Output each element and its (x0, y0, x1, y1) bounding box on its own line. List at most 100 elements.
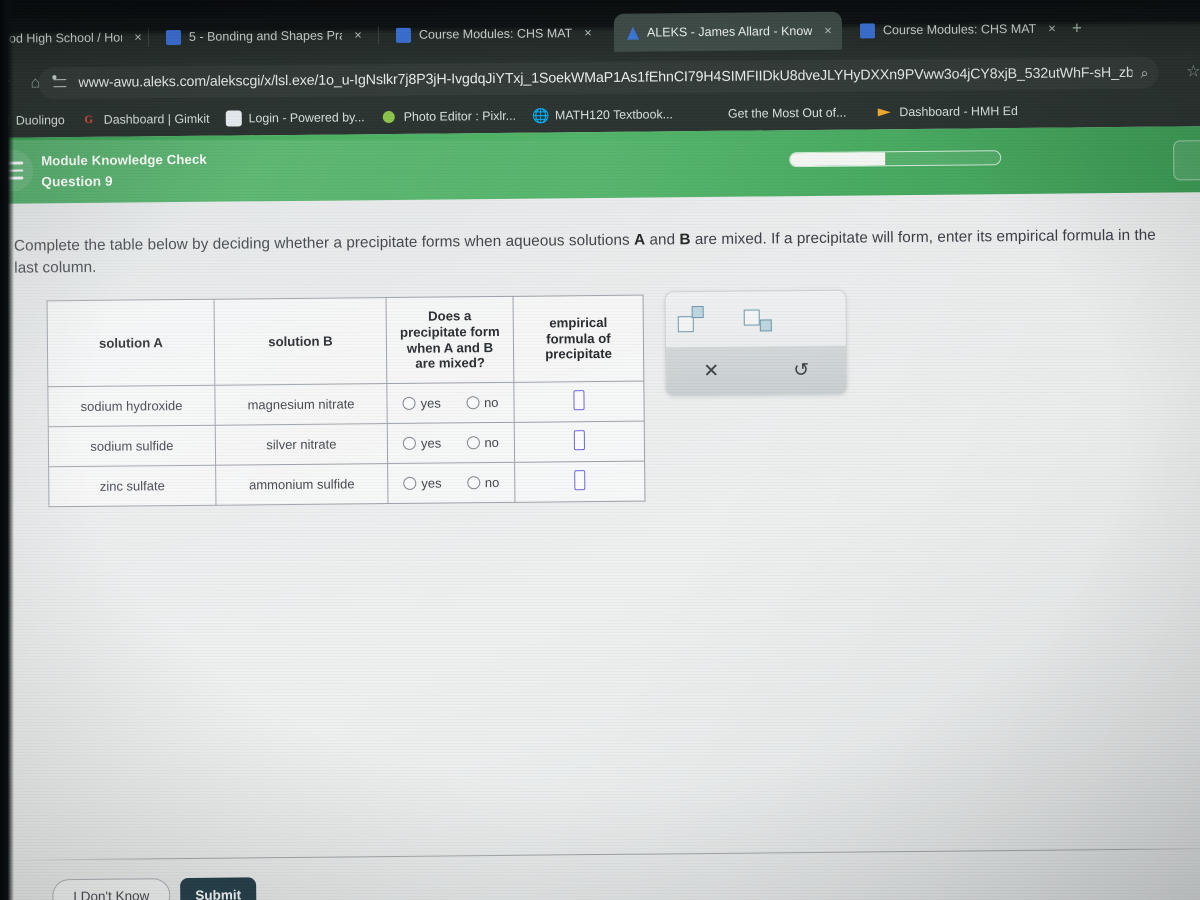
tab-title: Course Modules: CHS MATH 1 (882, 21, 1037, 38)
bookmark-label: MATH120 Textbook... (554, 107, 674, 123)
browser-tab-5[interactable]: Course Modules: CHS MATH 1 × (850, 10, 1066, 50)
radio-circle-icon (403, 476, 417, 490)
photo-left-edge (0, 0, 14, 900)
solution-a-bold: A (633, 231, 646, 249)
cell-solution-b: ammonium sulfide (215, 463, 388, 506)
browser-tab-1[interactable]: wood High School / Home × (0, 18, 152, 58)
question-text-part1: Complete the table below by deciding whe… (13, 231, 635, 255)
browser-tab-3[interactable]: Course Modules: CHS MATH 1 × (386, 14, 602, 54)
tab-title: 5 - Bonding and Shapes Practi (188, 28, 343, 44)
radio-circle-icon (466, 436, 480, 450)
zoom-icon[interactable]: ⌕ (1140, 64, 1148, 81)
radio-no[interactable]: no (465, 395, 499, 410)
column-header-precipitate-question: Does a precipitate form when A and B are… (386, 296, 514, 384)
header-line: precipitate form (399, 323, 500, 340)
address-bar-url: www-awu.aleks.com/alekscgi/x/lsl.exe/1o_… (78, 64, 1133, 91)
bookmark-label: Login - Powered by... (248, 110, 365, 126)
radio-yes-label: yes (421, 475, 442, 491)
bookmark-get-the-most[interactable]: Get the Most Out of... (705, 105, 847, 122)
radio-yes[interactable]: yes (402, 395, 441, 411)
radio-circle-icon (402, 396, 416, 410)
bookmark-login[interactable]: Login - Powered by... (225, 109, 365, 127)
header-line: when A and B (406, 339, 494, 356)
site-settings-icon[interactable] (52, 74, 69, 92)
table-header-row: solution A solution B Does a precipitate… (47, 295, 644, 387)
table-row: sodium hydroxide magnesium nitrate yes n… (47, 381, 645, 427)
globe-icon: 🌐 (531, 107, 550, 124)
browser-tab-4-active[interactable]: ALEKS - James Allard - Knowle × (613, 11, 843, 52)
cell-solution-a: zinc sulfate (48, 465, 216, 507)
placeholder-square-icon (677, 316, 694, 333)
table-row: sodium sulfide silver nitrate yes no (48, 421, 645, 467)
bookmark-label: Dashboard | Gimkit (103, 111, 210, 127)
tab-close-button[interactable]: × (580, 25, 596, 41)
aleks-favicon (624, 25, 639, 40)
cell-solution-b: silver nitrate (215, 423, 388, 466)
radio-no-label: no (484, 434, 499, 451)
radio-yes[interactable]: yes (402, 436, 441, 451)
clear-button[interactable]: ✕ (666, 347, 756, 397)
header-line: are mixed? (415, 355, 486, 372)
cell-formula-input[interactable] (514, 421, 645, 463)
tab-separator (147, 28, 150, 47)
tab-close-button[interactable]: × (350, 27, 366, 43)
bookmark-gimkit[interactable]: G Dashboard | Gimkit (81, 111, 210, 128)
header-line: empirical (549, 314, 608, 331)
question-number: Question 9 (41, 173, 113, 190)
progress-bar-fill (790, 152, 885, 167)
footer-divider (7, 848, 1200, 861)
cell-yes-no: yes no (386, 382, 515, 424)
new-tab-button[interactable]: + (1068, 18, 1086, 37)
bookmark-label: Duolingo (15, 113, 65, 128)
login-icon (225, 110, 242, 127)
bookmark-hmh[interactable]: Dashboard - HMH Ed (876, 103, 1018, 120)
bookmark-star-icon[interactable]: ☆ (1182, 61, 1200, 83)
cell-formula-input[interactable] (514, 461, 645, 503)
canvas-favicon (395, 27, 412, 43)
tab-close-button[interactable]: × (130, 29, 146, 45)
formula-input-box[interactable] (573, 390, 585, 411)
subscript-button[interactable] (743, 305, 792, 335)
table-row: zinc sulfate ammonium sulfide yes no (48, 461, 645, 507)
cell-yes-no: yes no (387, 422, 515, 464)
cell-solution-b: magnesium nitrate (214, 383, 388, 426)
submit-button[interactable]: Submit (180, 877, 257, 900)
screenshot-root: wood High School / Home × 5 - Bonding an… (0, 0, 1200, 900)
header-line: formula of (546, 330, 611, 347)
header-right-chip[interactable] (1173, 140, 1200, 181)
progress-bar (789, 150, 1002, 168)
math-toolbar-top-row (665, 291, 846, 348)
bookmark-label: Dashboard - HMH Ed (899, 103, 1018, 120)
solution-b-bold: B (679, 231, 691, 249)
superscript-button[interactable] (677, 306, 726, 336)
radio-no[interactable]: no (466, 435, 499, 450)
bookmark-pixlr[interactable]: Photo Editor : Pixlr... (381, 108, 516, 125)
formula-input-box[interactable] (573, 430, 585, 451)
question-text-and: and (645, 231, 680, 249)
browser-tab-2[interactable]: 5 - Bonding and Shapes Practi × (156, 16, 372, 56)
undo-button[interactable]: ↺ (756, 346, 846, 396)
radio-yes[interactable]: yes (403, 475, 442, 491)
tab-close-button[interactable]: × (1044, 21, 1060, 37)
radio-no[interactable]: no (466, 475, 499, 490)
plain-icon (705, 106, 721, 122)
tab-close-button[interactable]: × (820, 23, 836, 39)
bookmark-label: Get the Most Out of... (727, 105, 847, 121)
address-bar[interactable]: www-awu.aleks.com/alekscgi/x/lsl.exe/1o_… (38, 56, 1159, 100)
cell-formula-input[interactable] (513, 381, 645, 423)
column-header-empirical-formula: empirical formula of precipitate (513, 295, 644, 383)
radio-yes-label: yes (420, 395, 441, 411)
dont-know-button[interactable]: I Don't Know (52, 878, 171, 900)
bookmark-math120[interactable]: 🌐 MATH120 Textbook... (532, 106, 673, 123)
cell-yes-no: yes no (387, 462, 515, 504)
subscript-square-icon (759, 319, 772, 332)
precipitate-table: solution A solution B Does a precipitate… (46, 294, 646, 508)
bookmark-label: Photo Editor : Pixlr... (403, 108, 517, 124)
header-line: precipitate (545, 346, 612, 362)
aleks-header: Module Knowledge Check Question 9 (0, 126, 1200, 204)
radio-circle-icon (466, 476, 480, 490)
page-title: Module Knowledge Check (41, 151, 207, 169)
superscript-square-icon (691, 306, 704, 319)
canvas-favicon (165, 29, 182, 45)
formula-input-box[interactable] (574, 470, 586, 491)
